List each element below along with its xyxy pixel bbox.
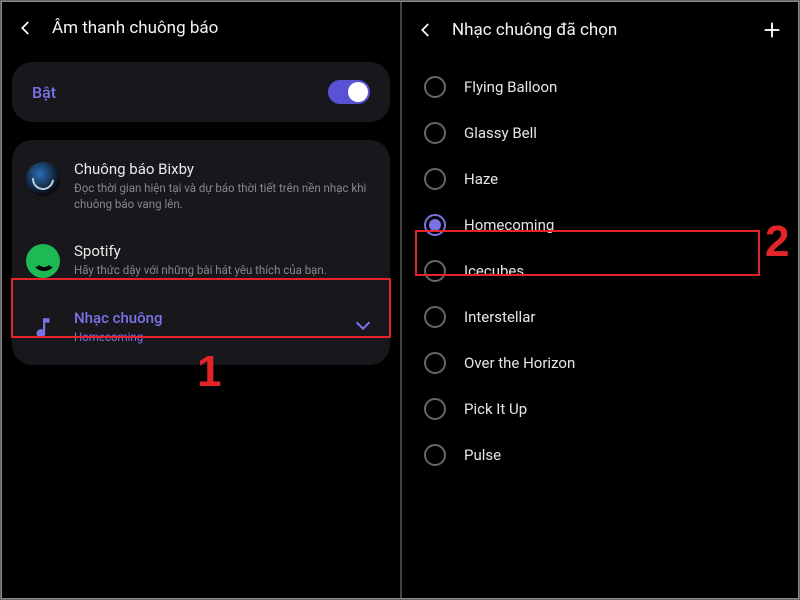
dual-screenshot-frame: Âm thanh chuông báo Bật Chuông báo Bixby… xyxy=(1,1,799,599)
radio-icon xyxy=(424,76,446,98)
add-icon[interactable] xyxy=(760,18,784,42)
toggle-label: Bật xyxy=(32,83,328,102)
option-title: Spotify xyxy=(74,242,374,260)
chevron-down-icon xyxy=(352,314,374,340)
sound-options-card: Chuông báo Bixby Đọc thời gian hiện tại … xyxy=(12,140,390,365)
ringtone-label: Haze xyxy=(464,170,498,188)
option-bixby[interactable]: Chuông báo Bixby Đọc thời gian hiện tại … xyxy=(12,146,390,226)
toggle-card: Bật xyxy=(12,62,390,122)
pane-alarm-sound: Âm thanh chuông báo Bật Chuông báo Bixby… xyxy=(2,2,402,598)
option-body: Spotify Hãy thức dậy với những bài hát y… xyxy=(74,242,374,279)
radio-icon xyxy=(424,306,446,328)
pane-ringtone-picker: Nhạc chuông đã chọn Flying Balloon Glassy… xyxy=(402,2,798,598)
option-spotify[interactable]: Spotify Hãy thức dậy với những bài hát y… xyxy=(12,228,390,293)
ringtone-label: Interstellar xyxy=(464,308,535,326)
radio-icon xyxy=(424,352,446,374)
page-title: Âm thanh chuông báo xyxy=(52,18,218,38)
ringtone-option[interactable]: Haze xyxy=(402,156,798,202)
enable-toggle-row[interactable]: Bật xyxy=(12,62,390,122)
radio-icon xyxy=(424,214,446,236)
ringtone-label: Glassy Bell xyxy=(464,124,537,142)
header-right: Nhạc chuông đã chọn xyxy=(402,2,798,60)
option-sub: Hãy thức dậy với những bài hát yêu thích… xyxy=(74,263,374,279)
ringtone-option[interactable]: Icecubes xyxy=(402,248,798,294)
spotify-icon xyxy=(26,244,60,278)
back-icon[interactable] xyxy=(16,18,36,38)
option-sub: Homecoming xyxy=(74,330,338,346)
ringtone-option[interactable]: Flying Balloon xyxy=(402,64,798,110)
page-title: Nhạc chuông đã chọn xyxy=(452,20,617,40)
ringtone-label: Homecoming xyxy=(464,216,554,234)
ringtone-option[interactable]: Homecoming xyxy=(402,202,798,248)
ringtone-option[interactable]: Interstellar xyxy=(402,294,798,340)
radio-icon xyxy=(424,444,446,466)
radio-icon xyxy=(424,398,446,420)
music-note-icon xyxy=(26,311,60,345)
option-sub: Đọc thời gian hiện tại và dự báo thời ti… xyxy=(74,181,374,212)
option-ringtone[interactable]: Nhạc chuông Homecoming xyxy=(12,295,390,360)
ringtone-option[interactable]: Glassy Bell xyxy=(402,110,798,156)
ringtone-label: Pulse xyxy=(464,446,501,464)
header-left: Âm thanh chuông báo xyxy=(2,2,400,56)
option-title: Chuông báo Bixby xyxy=(74,160,374,178)
ringtone-label: Flying Balloon xyxy=(464,78,557,96)
radio-icon xyxy=(424,260,446,282)
bixby-icon xyxy=(26,162,60,196)
ringtone-label: Icecubes xyxy=(464,262,524,280)
radio-icon xyxy=(424,122,446,144)
radio-icon xyxy=(424,168,446,190)
ringtone-list: Flying Balloon Glassy Bell Haze Homecoming I… xyxy=(402,60,798,482)
back-icon[interactable] xyxy=(416,20,436,40)
ringtone-option[interactable]: Pulse xyxy=(402,432,798,478)
ringtone-option[interactable]: Pick It Up xyxy=(402,386,798,432)
toggle-switch[interactable] xyxy=(328,80,370,104)
ringtone-label: Pick It Up xyxy=(464,400,527,418)
ringtone-label: Over the Horizon xyxy=(464,354,575,372)
ringtone-option[interactable]: Over the Horizon xyxy=(402,340,798,386)
option-title: Nhạc chuông xyxy=(74,309,338,327)
option-body: Nhạc chuông Homecoming xyxy=(74,309,338,346)
toggle-knob xyxy=(348,82,368,102)
option-body: Chuông báo Bixby Đọc thời gian hiện tại … xyxy=(74,160,374,212)
